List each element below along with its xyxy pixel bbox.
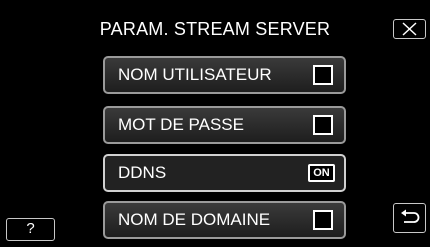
nom-utilisateur-checkbox[interactable] bbox=[313, 65, 333, 85]
close-icon bbox=[402, 22, 417, 36]
menu-item-label: NOM UTILISATEUR bbox=[118, 65, 272, 84]
help-label: ? bbox=[26, 220, 35, 237]
menu-item-nom-de-domaine[interactable]: NOM DE DOMAINE bbox=[103, 201, 346, 239]
menu-item-mot-de-passe[interactable]: MOT DE PASSE bbox=[103, 106, 346, 144]
menu-item-label: NOM DE DOMAINE bbox=[118, 210, 271, 229]
mot-de-passe-checkbox[interactable] bbox=[313, 115, 333, 135]
close-button[interactable] bbox=[393, 19, 426, 39]
ddns-on-badge: ON bbox=[308, 164, 335, 182]
page-title: PARAM. STREAM SERVER bbox=[99, 19, 331, 39]
menu-item-ddns[interactable]: DDNS ON bbox=[103, 154, 346, 192]
menu-item-label: DDNS bbox=[118, 163, 167, 182]
back-button[interactable] bbox=[393, 203, 426, 233]
menu-item-nom-utilisateur[interactable]: NOM UTILISATEUR bbox=[103, 56, 346, 94]
ddns-on-label: ON bbox=[310, 166, 333, 180]
back-arrow-icon bbox=[401, 209, 420, 223]
nom-de-domaine-checkbox[interactable] bbox=[313, 210, 333, 230]
menu-item-label: MOT DE PASSE bbox=[118, 115, 244, 134]
help-button[interactable]: ? bbox=[6, 218, 55, 241]
